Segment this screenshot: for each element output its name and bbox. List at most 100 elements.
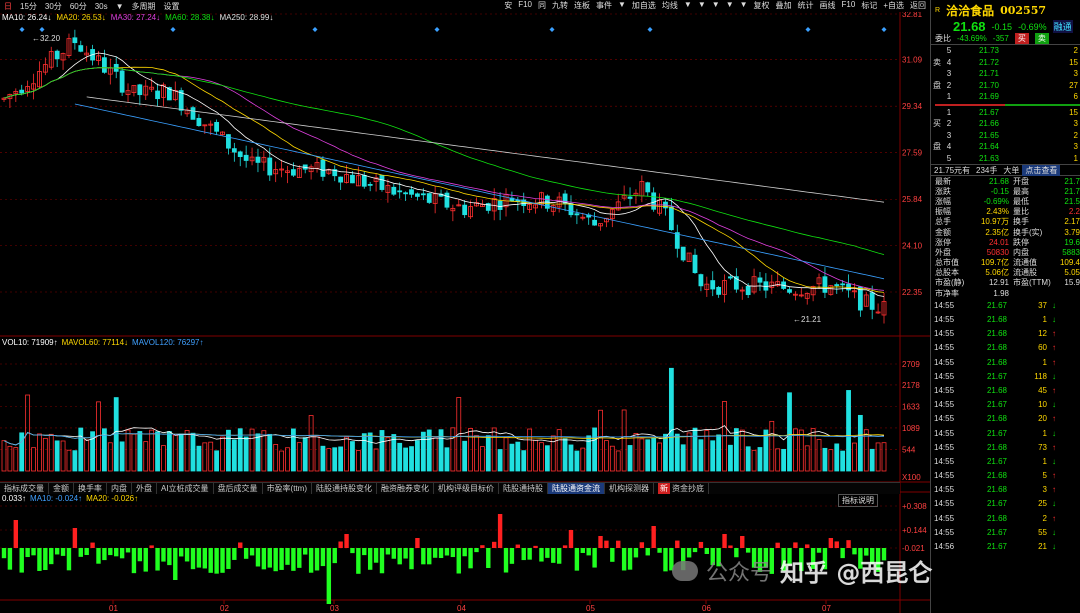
volume-bar [574,450,580,472]
indicator-tab[interactable]: 市盈率(ttm) [263,483,312,494]
event-marker-icon[interactable] [881,27,887,32]
indicator-tab[interactable]: 新资金抄底 [654,483,709,494]
event-marker-icon[interactable] [549,27,555,32]
buy-row[interactable]: 盘 4 21.64 3 [931,141,1080,153]
sell-row[interactable]: 3 21.71 3 [931,68,1080,80]
buy-row[interactable]: 3 21.65 2 [931,130,1080,142]
indicator-bar [610,548,615,562]
event-marker-icon[interactable] [647,27,653,32]
event-marker-icon[interactable] [19,27,25,32]
tool-button[interactable]: ▼ [738,0,750,12]
period-tab[interactable]: 日 [0,1,16,12]
big-order-tab[interactable]: 21.75元有 [931,165,973,176]
tool-button[interactable]: ▼ [696,0,708,12]
indicator-tab[interactable]: 金额 [49,483,74,494]
tool-button[interactable]: 安 [502,0,514,12]
event-marker-icon[interactable] [312,27,318,32]
indicator-tab[interactable]: AI立桩成交量 [157,483,214,494]
tool-button[interactable]: 均线 [660,0,680,12]
tick-price: 21.68 [986,485,1007,495]
tool-button[interactable]: 事件 [594,0,614,12]
big-order-tab[interactable]: 大单 [1000,165,1022,176]
level: 2 [946,80,952,90]
candle-body [420,193,426,196]
buy-button[interactable]: 买 [1014,33,1029,44]
kline-chart[interactable]: 32.81 31.09 29.34 27.59 25.84 24.10 22.35 ←32.2… [0,12,930,613]
big-order-tab[interactable]: 点击查看 [1022,164,1061,176]
event-marker-icon[interactable] [39,27,45,32]
tool-button[interactable]: ▼ [724,0,736,12]
indicator-tab[interactable]: 内盘 [107,483,132,494]
volume-bar [19,432,25,472]
volume-bar [326,448,332,472]
volume-bar [503,437,509,472]
buy-row[interactable]: 买 2 21.66 3 [931,118,1080,130]
volume-bar [208,441,214,472]
indicator-tab[interactable]: 外盘 [132,483,157,494]
period-tab[interactable]: 多周期 [128,1,160,12]
sell-row[interactable]: 卖 4 21.72 15 [931,57,1080,69]
period-tab[interactable]: ▼ [112,2,128,11]
tool-button[interactable]: 同 [536,0,548,12]
tool-button[interactable]: 连板 [572,0,592,12]
volume-bar [78,427,84,472]
indicator-bar [202,548,208,569]
period-tab[interactable]: 60分 [66,1,91,12]
candle-body [592,219,598,226]
volume-bar [444,447,450,472]
candle-body [267,157,273,176]
tool-button[interactable]: 九转 [550,0,570,12]
tool-button[interactable]: ▼ [682,0,694,12]
period-tab[interactable]: 30s [91,2,112,11]
period-tab[interactable]: 15分 [16,1,41,12]
tool-button[interactable]: ▼ [616,0,628,12]
period-tab[interactable]: 30分 [41,1,66,12]
event-marker-icon[interactable] [805,27,811,32]
tool-button[interactable]: 叠加 [774,0,794,12]
indicator-tab[interactable]: 指标成交量 [0,483,49,494]
indicator-tab[interactable]: 陆股通持股变化 [312,483,377,494]
tool-button[interactable]: 标记 [859,0,879,12]
event-marker-icon[interactable] [170,27,176,32]
sell-button[interactable]: 卖 [1034,33,1049,44]
price: 21.64 [978,142,999,152]
tool-button[interactable]: 复权 [752,0,772,12]
indicator-tab[interactable]: 融资融券变化 [377,483,434,494]
tool-button[interactable]: 返回 [908,0,928,12]
indicator-tab[interactable]: 换手率 [74,483,107,494]
indicator-help-button[interactable]: 指标说明 [838,494,878,507]
order-ratio-value: -43.69% [957,34,987,43]
tool-button[interactable]: ▼ [710,0,722,12]
tool-button[interactable]: F10 [516,0,534,12]
indicator-tab[interactable]: 盘后成交量 [214,483,263,494]
tool-button[interactable]: 加自选 [630,0,658,12]
indicator-bar [190,548,196,570]
indicator-tab-label: 指标成交量 [4,484,44,493]
tick-list[interactable]: 14:55 21.67 37 ↓ 14:55 21.68 1 ↓ 14:55 21.68 12 ↑ 14… [931,298,1080,553]
indicator-tab[interactable]: 陆股通资金流 [548,483,605,494]
candle-body [367,184,373,186]
x-axis-label: 01 [109,604,118,613]
indicator-bar [816,548,822,553]
indicator-tab[interactable]: 机构评级目标价 [434,483,499,494]
candle-body [462,204,468,216]
tick-row: 14:55 21.67 1 ↓ [931,454,1080,468]
indicator-tab[interactable]: 机构探测器 [605,483,654,494]
buy-row[interactable]: 5 21.63 1 [931,153,1080,165]
period-tab[interactable]: 设置 [160,1,184,12]
tool-button[interactable]: +自选 [881,0,906,12]
sell-row[interactable]: 5 21.73 2 [931,45,1080,57]
tool-button[interactable]: 统计 [796,0,816,12]
event-marker-icon[interactable] [434,27,440,32]
candle-body [72,37,78,44]
big-order-tab[interactable]: 234手 [973,165,1000,176]
tool-button[interactable]: F10 [840,0,858,12]
indicator-tab[interactable]: 陆股通持股 [499,483,548,494]
tick-price: 21.67 [986,542,1007,552]
buy-row[interactable]: 1 21.67 15 [931,107,1080,119]
sell-row[interactable]: 盘 2 21.70 27 [931,80,1080,92]
indicator-bar [178,548,184,557]
sell-row[interactable]: 1 21.69 6 [931,91,1080,103]
indicator-bar [509,548,515,564]
tool-button[interactable]: 画线 [818,0,838,12]
